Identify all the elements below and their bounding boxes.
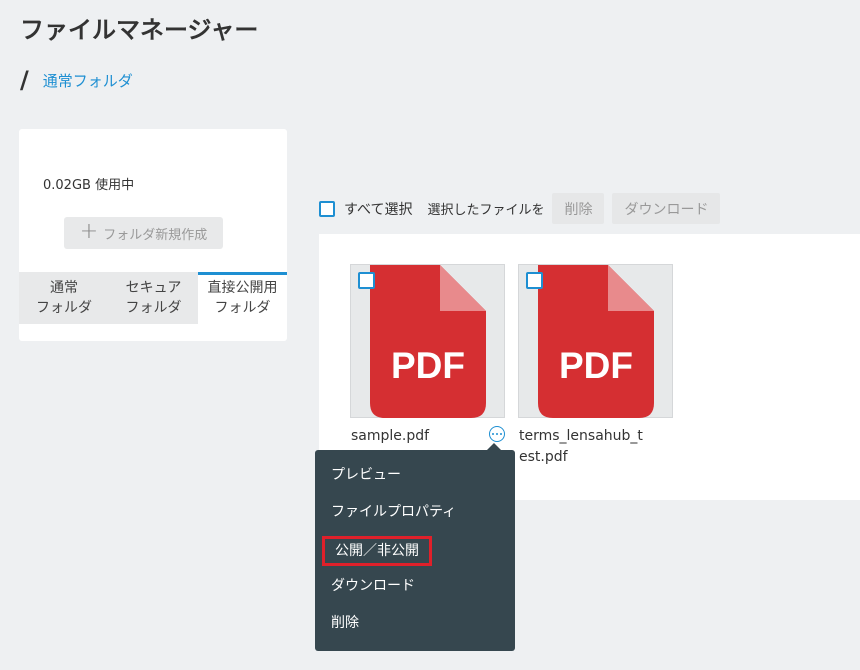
page-title: ファイルマネージャー	[20, 16, 259, 44]
tab-secure-folder[interactable]: セキュア フォルダ	[109, 272, 198, 324]
file-context-menu: プレビュー ファイルプロパティ 公開／非公開 ダウンロード 削除	[315, 443, 515, 651]
storage-usage: 0.02GB 使用中	[43, 178, 135, 193]
breadcrumb: / 通常フォルダ	[20, 66, 133, 94]
file-name: terms_lensahub_test.pdf	[519, 428, 643, 465]
file-card[interactable]: PDF sample.pdf	[350, 264, 505, 447]
pdf-icon-text: PDF	[391, 345, 465, 386]
breadcrumb-current-folder[interactable]: 通常フォルダ	[43, 70, 133, 91]
pdf-icon: PDF	[370, 265, 486, 418]
select-all-label[interactable]: すべて選択	[344, 199, 412, 219]
breadcrumb-separator: /	[20, 66, 29, 94]
tab-public-folder[interactable]: 直接公開用 フォルダ	[198, 272, 287, 324]
pdf-icon-text: PDF	[559, 345, 633, 386]
new-folder-label: フォルダ新規作成	[103, 227, 208, 243]
select-all-checkbox[interactable]	[319, 200, 335, 217]
menu-item-publish-toggle[interactable]: 公開／非公開	[315, 536, 515, 573]
file-thumbnail[interactable]: PDF	[518, 264, 673, 418]
folder-panel: 0.02GB 使用中 + フォルダ新規作成 通常 フォルダ セキュア フォルダ …	[19, 129, 287, 341]
menu-item-delete[interactable]: 削除	[315, 610, 515, 647]
menu-item-download[interactable]: ダウンロード	[315, 573, 515, 610]
download-button[interactable]: ダウンロード	[612, 193, 721, 224]
plus-icon: +	[79, 219, 99, 244]
file-manager-page: ファイルマネージャー / 通常フォルダ 0.02GB 使用中 + フォルダ新規作…	[0, 0, 860, 670]
selected-files-label: 選択したファイルを	[427, 203, 545, 218]
menu-item-preview[interactable]: プレビュー	[315, 462, 515, 499]
file-toolbar: すべて選択 選択したファイルを 削除 ダウンロード	[319, 193, 721, 224]
delete-button[interactable]: 削除	[552, 193, 605, 224]
file-card[interactable]: PDF terms_lensahub_test.pdf	[518, 264, 673, 468]
file-thumbnail[interactable]: PDF	[350, 264, 505, 418]
file-name: sample.pdf	[351, 428, 430, 444]
menu-item-file-properties[interactable]: ファイルプロパティ	[315, 499, 515, 536]
file-checkbox[interactable]	[358, 272, 375, 289]
pdf-icon: PDF	[538, 265, 654, 418]
new-folder-button[interactable]: + フォルダ新規作成	[64, 217, 223, 249]
file-checkbox[interactable]	[526, 272, 543, 289]
folder-tabs: 通常 フォルダ セキュア フォルダ 直接公開用 フォルダ	[19, 272, 287, 324]
more-options-icon[interactable]	[489, 426, 505, 442]
tab-normal-folder[interactable]: 通常 フォルダ	[19, 272, 109, 324]
